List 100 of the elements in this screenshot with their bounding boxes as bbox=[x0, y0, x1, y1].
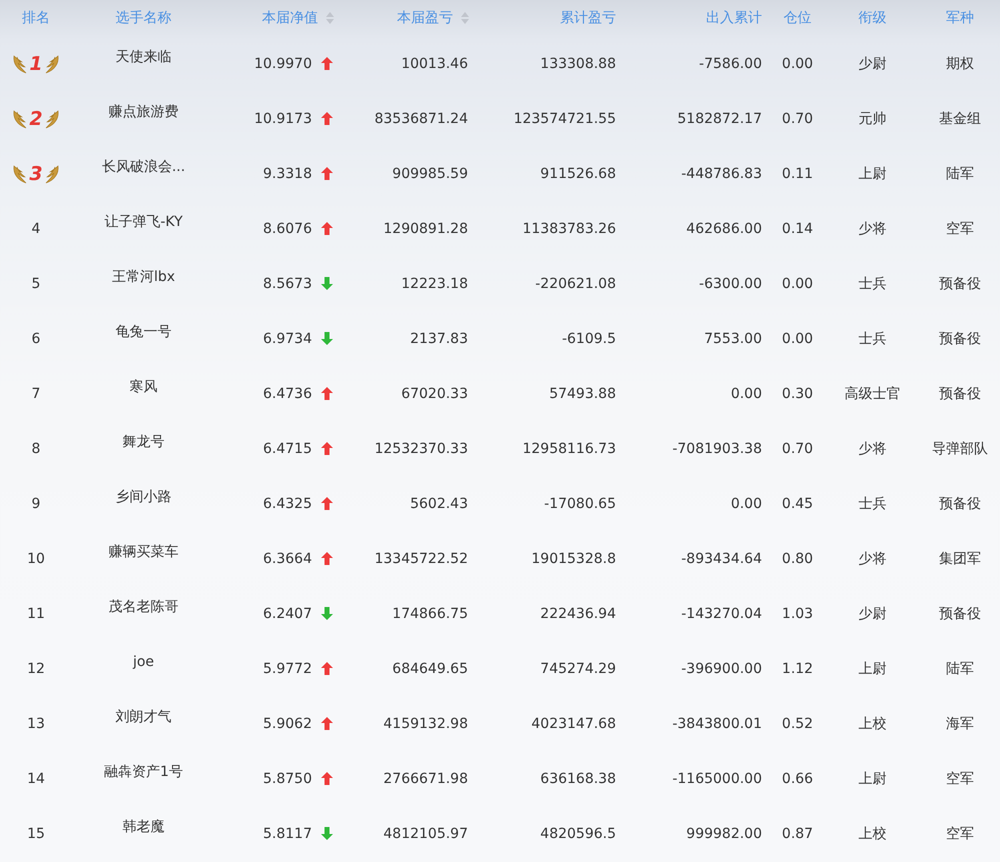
player-name[interactable]: 天使来临 bbox=[116, 48, 172, 66]
total-profit: 222436.94 bbox=[540, 606, 616, 622]
net-value: 8.6076 bbox=[263, 220, 312, 236]
wing-icon bbox=[12, 162, 28, 184]
player-name[interactable]: 刘朗才气 bbox=[116, 708, 172, 726]
up-arrow-icon bbox=[321, 772, 333, 785]
position-ratio: 0.70 bbox=[782, 110, 814, 126]
player-name[interactable]: 让子弹飞-KY bbox=[104, 212, 183, 230]
branch-label: 预备役 bbox=[939, 494, 981, 512]
rank-title: 少将 bbox=[858, 220, 886, 238]
session-profit: 2766671.98 bbox=[383, 770, 468, 786]
position-ratio: 0.14 bbox=[782, 220, 814, 236]
net-flow: -1165000.00 bbox=[672, 770, 762, 786]
down-arrow-icon bbox=[321, 607, 333, 620]
session-profit: 83536871.24 bbox=[374, 110, 468, 126]
rank-number: 4 bbox=[32, 220, 40, 236]
rank-title: 少将 bbox=[858, 550, 886, 568]
player-name[interactable]: 龟兔一号 bbox=[116, 322, 172, 340]
rank-number: 14 bbox=[27, 770, 45, 786]
column-header: 仓位 bbox=[784, 9, 812, 27]
total-profit: 12958116.73 bbox=[522, 440, 616, 456]
player-name[interactable]: 融犇资产1号 bbox=[104, 762, 183, 780]
position-ratio: 0.87 bbox=[782, 826, 814, 842]
player-name[interactable]: 寒风 bbox=[130, 378, 158, 396]
net-value: 10.9970 bbox=[254, 56, 312, 72]
total-profit: -6109.5 bbox=[562, 330, 616, 346]
player-name[interactable]: 王常河lbx bbox=[112, 268, 176, 286]
net-flow: -893434.64 bbox=[681, 550, 762, 566]
net-value: 5.8117 bbox=[263, 826, 312, 842]
total-profit: 636168.38 bbox=[540, 770, 616, 786]
net-value: 5.9062 bbox=[263, 716, 312, 732]
wing-icon bbox=[12, 52, 28, 74]
player-name[interactable]: 舞龙号 bbox=[122, 432, 164, 450]
sort-icon[interactable] bbox=[326, 12, 334, 24]
rank-title: 上尉 bbox=[858, 770, 886, 788]
position-ratio: 0.00 bbox=[782, 330, 814, 346]
rank-number: 2 bbox=[29, 108, 43, 130]
net-flow: 0.00 bbox=[730, 386, 762, 402]
net-flow: 5182872.17 bbox=[677, 110, 762, 126]
up-arrow-icon bbox=[321, 222, 333, 235]
rank-title: 士兵 bbox=[858, 274, 886, 292]
rank-number: 10 bbox=[27, 550, 45, 566]
total-profit: 911526.68 bbox=[540, 166, 616, 182]
session-profit: 2137.83 bbox=[410, 330, 468, 346]
session-profit: 909985.59 bbox=[392, 166, 468, 182]
net-value: 6.4325 bbox=[263, 496, 312, 512]
total-profit: -17080.65 bbox=[544, 496, 616, 512]
player-name[interactable]: 长风破浪会... bbox=[102, 158, 186, 176]
session-profit: 4812105.97 bbox=[383, 826, 468, 842]
net-flow: 462686.00 bbox=[686, 220, 762, 236]
player-name[interactable]: 茂名老陈哥 bbox=[108, 598, 178, 616]
branch-label: 空军 bbox=[946, 770, 974, 788]
up-arrow-icon bbox=[321, 167, 333, 180]
up-arrow-icon bbox=[321, 112, 333, 125]
player-name[interactable]: 赚辆买菜车 bbox=[108, 542, 178, 560]
total-profit: 745274.29 bbox=[540, 660, 616, 676]
total-profit: 11383783.26 bbox=[522, 220, 616, 236]
rank-title: 元帅 bbox=[858, 110, 886, 128]
rank-title: 上校 bbox=[858, 824, 886, 842]
player-name[interactable]: 赚点旅游费 bbox=[108, 102, 178, 120]
total-profit: 4820596.5 bbox=[540, 826, 616, 842]
player-name[interactable]: joe bbox=[132, 654, 154, 670]
rank-number: 8 bbox=[32, 440, 40, 456]
wing-icon bbox=[12, 108, 28, 130]
column-header: 排名 bbox=[22, 9, 50, 27]
rank-title: 士兵 bbox=[858, 330, 886, 348]
total-profit: 123574721.55 bbox=[514, 110, 616, 126]
up-arrow-icon bbox=[321, 717, 333, 730]
player-name[interactable]: 韩老魔 bbox=[122, 818, 164, 836]
player-name[interactable]: 乡间小路 bbox=[116, 488, 172, 506]
net-value: 6.2407 bbox=[263, 606, 312, 622]
net-flow: -396900.00 bbox=[681, 660, 762, 676]
sort-icon[interactable] bbox=[461, 12, 469, 24]
net-value: 6.4736 bbox=[263, 386, 312, 402]
total-profit: 133308.88 bbox=[540, 56, 616, 72]
up-arrow-icon bbox=[321, 497, 333, 510]
position-ratio: 0.52 bbox=[782, 716, 814, 732]
session-profit: 13345722.52 bbox=[374, 550, 468, 566]
session-profit: 12223.18 bbox=[401, 276, 468, 292]
net-value: 6.4715 bbox=[263, 440, 312, 456]
down-arrow-icon bbox=[321, 277, 333, 290]
rank-title: 上校 bbox=[858, 714, 886, 732]
column-header: 衔级 bbox=[858, 9, 886, 27]
rank-number: 1 bbox=[29, 52, 43, 74]
total-profit: 57493.88 bbox=[549, 386, 616, 402]
net-flow: -7081903.38 bbox=[672, 440, 762, 456]
branch-label: 空军 bbox=[946, 220, 974, 238]
net-value: 9.3318 bbox=[263, 166, 312, 182]
net-flow: 999982.00 bbox=[686, 826, 762, 842]
wing-icon bbox=[44, 108, 60, 130]
rank-title: 少将 bbox=[858, 440, 886, 458]
column-header: 选手名称 bbox=[116, 9, 172, 27]
branch-label: 海军 bbox=[946, 714, 974, 732]
branch-label: 预备役 bbox=[939, 274, 981, 292]
branch-label: 预备役 bbox=[939, 330, 981, 348]
total-profit: -220621.08 bbox=[535, 276, 616, 292]
total-profit: 19015328.8 bbox=[531, 550, 616, 566]
total-profit: 4023147.68 bbox=[531, 716, 616, 732]
rank-number: 7 bbox=[32, 386, 40, 402]
rank-number: 12 bbox=[27, 660, 45, 676]
